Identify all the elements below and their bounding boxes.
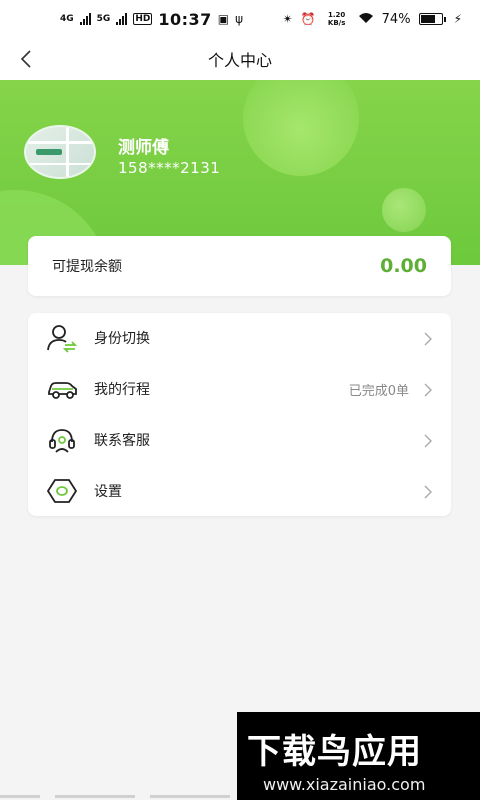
- menu-card: 身份切换 我的行程 已完成0单 联系客服 设置: [28, 313, 451, 516]
- balance-card[interactable]: 可提现余额 0.00: [28, 236, 451, 296]
- watermark-title: 下载鸟应用: [247, 732, 422, 772]
- site-watermark: 下载鸟应用 www.xiazainiao.com: [237, 712, 480, 800]
- back-arrow-icon[interactable]: [16, 46, 40, 72]
- chevron-right-icon: [423, 433, 433, 448]
- menu-label-identity-switch: 身份切换: [94, 331, 150, 348]
- network-5g-label: 5G: [96, 14, 111, 24]
- user-name: 测师傅: [118, 138, 169, 158]
- chevron-right-icon: [423, 331, 433, 346]
- charging-icon: ⚡: [453, 12, 462, 26]
- car-icon: [46, 373, 78, 405]
- decor-bubble: [382, 188, 426, 232]
- hd-badge: HD: [133, 13, 153, 25]
- title-bar: 个人中心: [0, 38, 480, 80]
- wifi-icon: [358, 12, 374, 27]
- notification-icon: ▣: [217, 12, 230, 26]
- signal-icon-2: [116, 13, 128, 25]
- watermark-url: www.xiazainiao.com: [263, 775, 426, 794]
- balance-label: 可提现余额: [52, 259, 122, 275]
- battery-icon: [418, 13, 446, 25]
- bottom-divider: [0, 795, 237, 798]
- menu-item-settings[interactable]: 设置: [28, 465, 451, 516]
- status-time: 10:37: [158, 9, 212, 29]
- network-speed: 1.20 KB/s: [327, 11, 346, 27]
- menu-item-my-trips[interactable]: 我的行程 已完成0单: [28, 364, 451, 415]
- page-title: 个人中心: [207, 51, 272, 70]
- user-switch-icon: [46, 322, 78, 354]
- status-bar: 4G 5G HD 10:37 ▣ ψ ✴ ⏰ 1.20 KB/s 74% ⚡: [0, 0, 480, 38]
- headset-icon: [46, 424, 78, 456]
- bluetooth-icon: ✴: [282, 12, 293, 26]
- menu-item-identity-switch[interactable]: 身份切换: [28, 313, 451, 364]
- signal-icon: [79, 13, 91, 25]
- trips-completed-count: 已完成0单: [348, 383, 409, 399]
- menu-label-settings: 设置: [94, 483, 122, 500]
- menu-item-contact-support[interactable]: 联系客服: [28, 415, 451, 466]
- chevron-right-icon: [423, 484, 433, 499]
- alarm-icon: ⏰: [300, 12, 316, 26]
- avatar[interactable]: [24, 125, 96, 179]
- chevron-right-icon: [423, 382, 433, 397]
- settings-hexagon-icon: [46, 475, 78, 507]
- network-4g-label: 4G: [60, 14, 74, 24]
- status-right: ✴ ⏰ 1.20 KB/s 74% ⚡: [283, 11, 462, 27]
- menu-label-contact-support: 联系客服: [94, 432, 150, 449]
- status-left: 4G 5G HD 10:37 ▣ ψ: [60, 10, 243, 29]
- decor-bubble: [243, 80, 359, 176]
- battery-percent: 74%: [381, 11, 411, 27]
- user-phone: 158****2131: [118, 159, 221, 177]
- usb-icon: ψ: [235, 12, 244, 26]
- menu-label-my-trips: 我的行程: [94, 382, 150, 399]
- balance-value: 0.00: [380, 255, 427, 277]
